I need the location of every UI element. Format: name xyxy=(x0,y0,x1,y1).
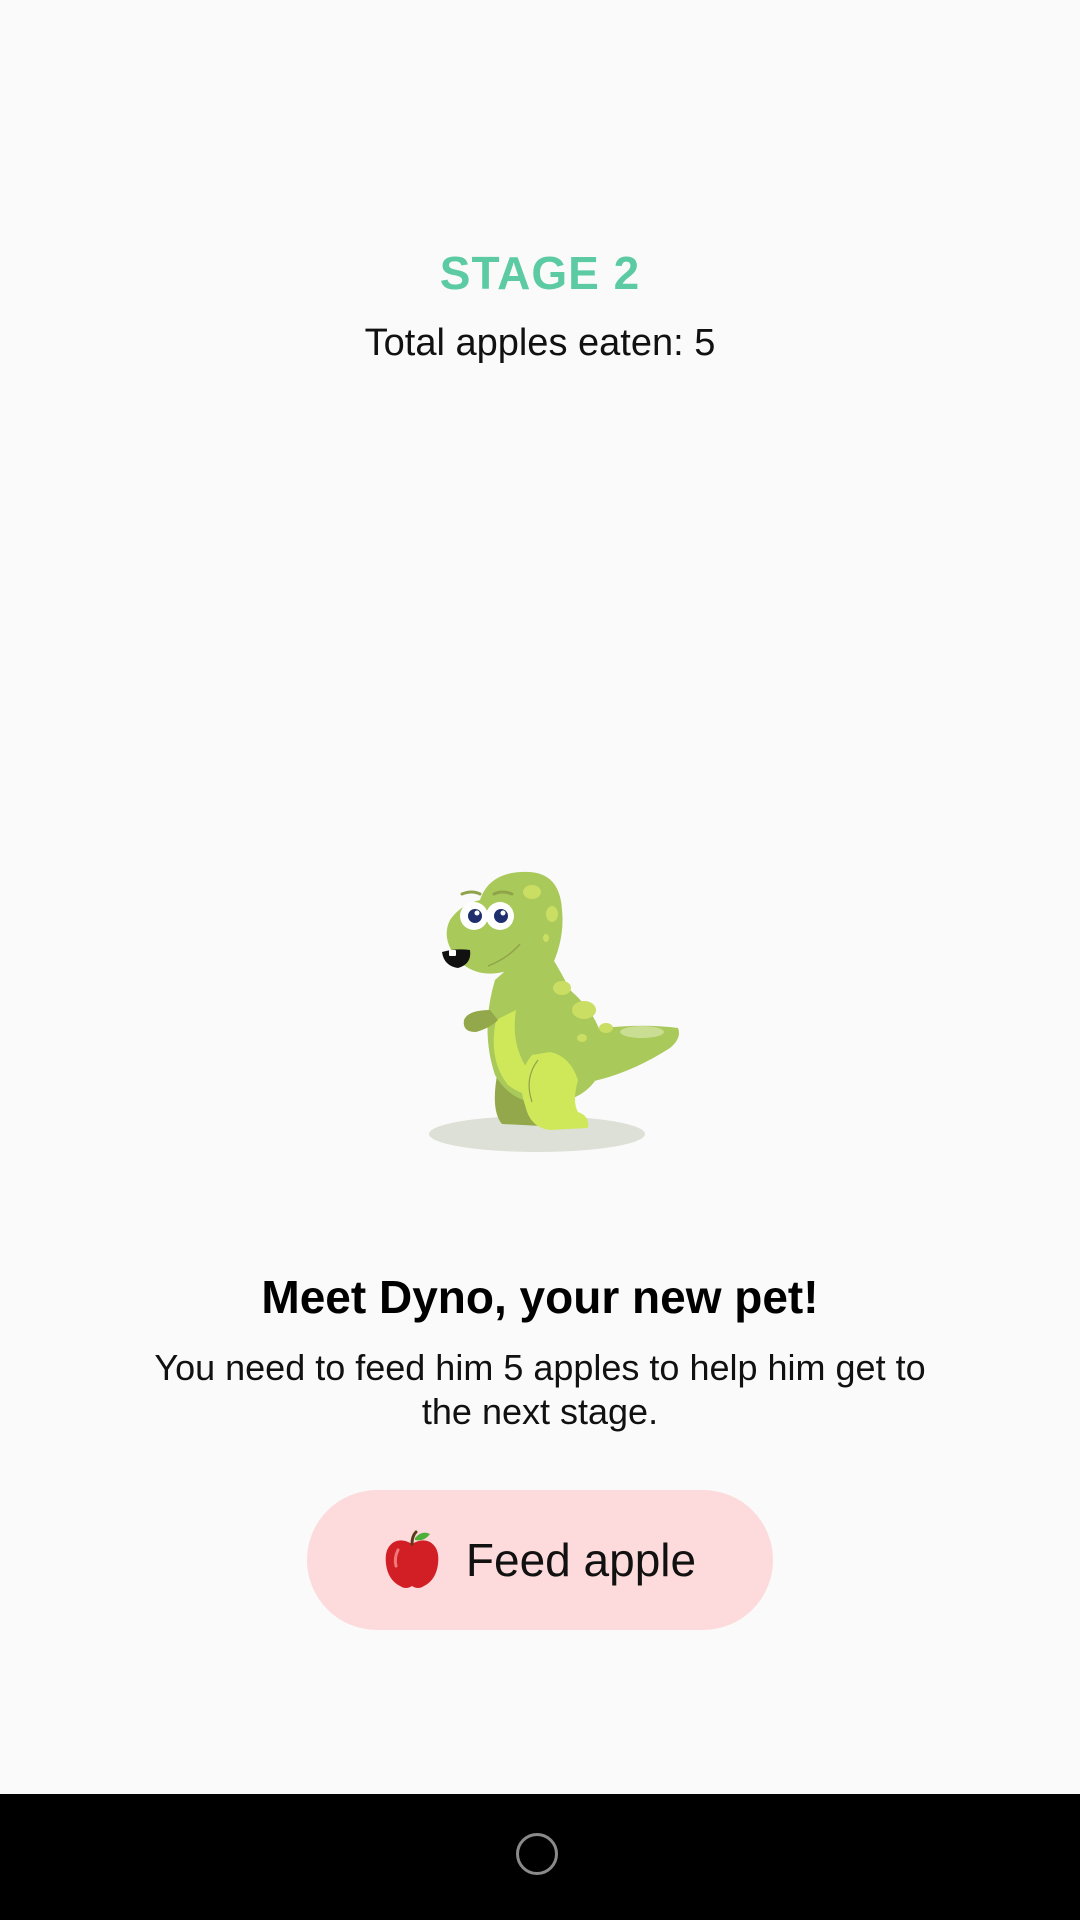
app-screen: STAGE 2 Total apples eaten: 5 Meet Dyno,… xyxy=(0,0,1080,1920)
intro-description: You need to feed him 5 apples to help hi… xyxy=(154,1347,926,1432)
apple-icon xyxy=(384,1530,440,1590)
stage-title: STAGE 2 xyxy=(439,247,641,299)
intro-headline: Meet Dyno, your new pet! xyxy=(261,1271,819,1323)
dinosaur-illustration xyxy=(420,870,690,1160)
feed-apple-button[interactable]: Feed apple xyxy=(307,1490,773,1630)
system-navigation-bar xyxy=(0,1794,1080,1920)
apples-eaten-counter: Total apples eaten: 5 xyxy=(364,322,716,364)
home-circle-icon[interactable] xyxy=(516,1833,558,1875)
feed-apple-label: Feed apple xyxy=(465,1534,697,1586)
